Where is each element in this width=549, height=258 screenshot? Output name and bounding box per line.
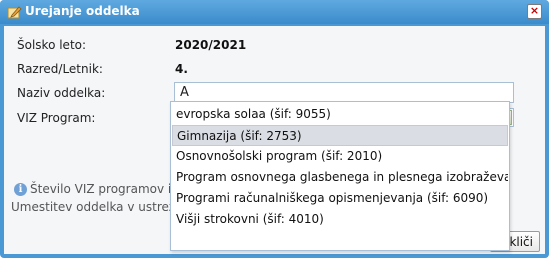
info-text-line1: Število VIZ programov iz xyxy=(30,182,178,196)
dropdown-option[interactable]: evropska solaa (šif: 9055) xyxy=(172,104,508,125)
dropdown-option[interactable]: Višji strokovni (šif: 4010) xyxy=(172,209,508,230)
viz-program-label: VIZ Program: xyxy=(17,111,96,125)
grade-value: 4. xyxy=(175,62,188,76)
dropdown-option[interactable]: Programi računalniškega opismenjevanja (… xyxy=(172,188,508,209)
school-year-label: Šolsko leto: xyxy=(17,38,87,52)
edit-pencil-icon xyxy=(7,6,22,19)
department-name-input[interactable]: A xyxy=(174,82,514,103)
dropdown-option[interactable]: Osnovnošolski program (šif: 2010) xyxy=(172,146,508,167)
close-icon[interactable]: × xyxy=(527,4,542,19)
school-year-value: 2020/2021 xyxy=(175,38,247,52)
grade-label: Razred/Letnik: xyxy=(17,62,103,76)
info-text-line2: Umestitev oddelka v ustrezen xyxy=(11,200,191,214)
title-bar[interactable]: Urejanje oddelka × xyxy=(0,0,549,24)
edit-department-dialog: Urejanje oddelka × Šolsko leto: 2020/202… xyxy=(0,0,549,258)
dropdown-option[interactable]: Program osnovnega glasbenega in plesnega… xyxy=(172,167,508,188)
viz-program-dropdown-list: evropska solaa (šif: 9055) Gimnazija (ši… xyxy=(170,101,510,251)
info-icon: i xyxy=(14,183,27,196)
dropdown-option-selected[interactable]: Gimnazija (šif: 2753) xyxy=(172,125,508,146)
department-name-label: Naziv oddelka: xyxy=(17,86,106,100)
dialog-title: Urejanje oddelka xyxy=(25,4,140,18)
